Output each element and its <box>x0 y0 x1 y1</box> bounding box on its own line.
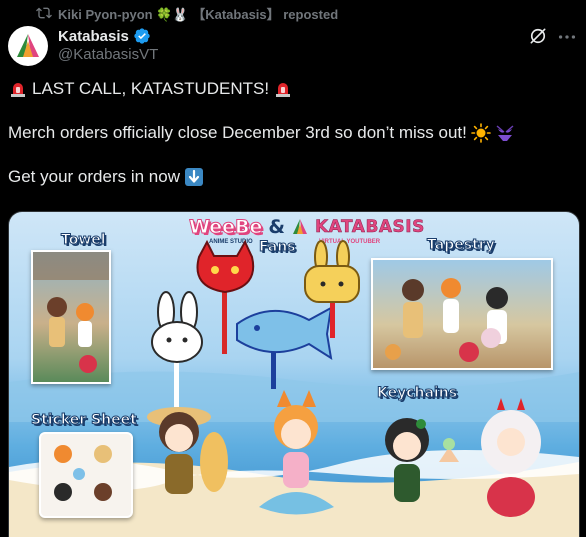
tweet-line-3: Get your orders in now <box>8 166 578 188</box>
bikini-icon <box>496 125 514 141</box>
character-fox-girl <box>259 390 334 515</box>
tweet-line-3-text: Get your orders in now <box>8 167 180 186</box>
tweet-line-2-text: Merch orders officially close December 3… <box>8 123 467 142</box>
author-name-row[interactable]: Katabasis <box>58 27 151 45</box>
keychain-characters <box>147 390 541 517</box>
tweet-line-2: Merch orders officially close December 3… <box>8 122 578 144</box>
tweet-line-1-text: LAST CALL, KATASTUDENTS! <box>32 79 270 98</box>
repost-text: Kiki Pyon-pyon 🍀🐰 【Katabasis】 reposted <box>58 6 339 22</box>
character-white-oni <box>481 398 541 517</box>
author-handle[interactable]: @KatabasisVT <box>58 46 158 63</box>
grok-icon[interactable] <box>528 26 548 46</box>
down-arrow-icon <box>184 168 203 186</box>
rotating-light-icon <box>276 83 291 97</box>
tweet-text: LAST CALL, KATASTUDENTS! Merch orders of… <box>8 78 578 188</box>
repost-indicator[interactable]: Kiki Pyon-pyon 🍀🐰 【Katabasis】 reposted <box>36 4 338 22</box>
katabasis-logo-icon <box>17 34 39 57</box>
character-clover-girl <box>385 418 459 502</box>
tweet-line-1: LAST CALL, KATASTUDENTS! <box>8 78 578 100</box>
avatar[interactable] <box>8 26 48 66</box>
author-name[interactable]: Katabasis <box>58 28 129 45</box>
more-icon[interactable] <box>556 26 578 48</box>
tweet-media-image[interactable]: WeeBe & KATABASIS ANIME STUDIO VIRTUAL Y… <box>8 211 580 537</box>
character-straw-hat <box>147 407 228 494</box>
repost-icon <box>36 7 52 19</box>
sun-icon <box>471 123 491 143</box>
rotating-light-icon <box>11 83 25 97</box>
verified-badge-icon <box>134 28 150 44</box>
